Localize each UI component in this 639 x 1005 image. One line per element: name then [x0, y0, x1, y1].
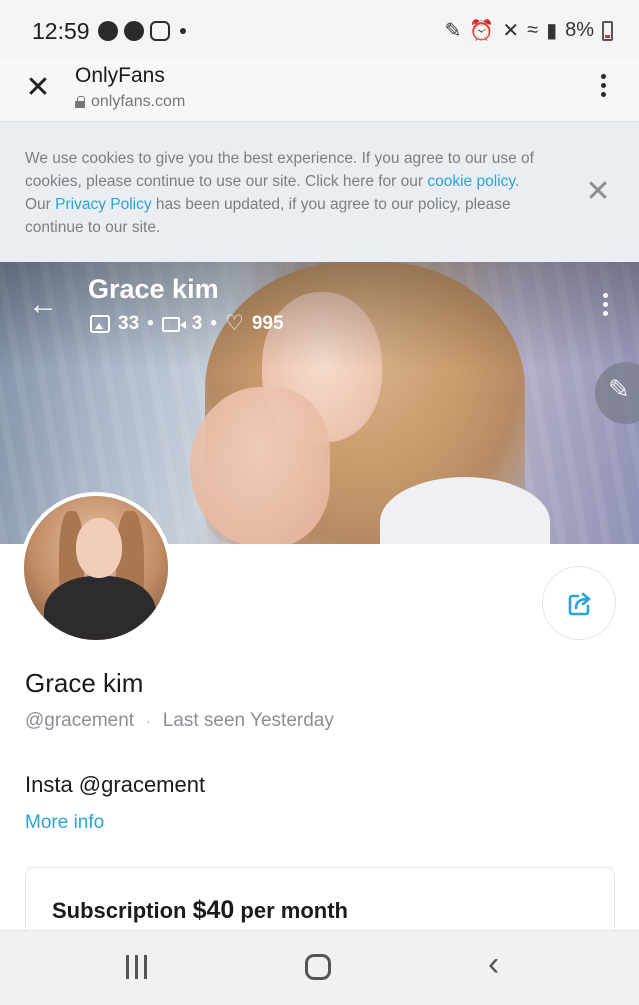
subscription-label: Subscription	[52, 898, 187, 923]
battery-icon	[602, 20, 613, 41]
browser-url: onlyfans.com	[91, 93, 186, 110]
video-icon	[161, 316, 186, 332]
avatar[interactable]	[20, 492, 172, 644]
cover-profile-name: Grace kim	[88, 274, 219, 304]
stat-separator: •	[210, 313, 218, 334]
cookie-text: We use cookies to give you the best expe…	[25, 147, 545, 239]
home-icon[interactable]	[305, 954, 331, 980]
lock-icon	[75, 96, 85, 108]
status-time: 12:59	[32, 18, 90, 44]
messenger-icon	[124, 21, 144, 41]
profile-meta: @gracement · Last seen Yesterday	[25, 710, 334, 732]
recents-icon[interactable]	[126, 955, 147, 979]
browser-menu-icon[interactable]	[599, 74, 607, 97]
messenger-icon	[98, 21, 118, 41]
likes-count: 995	[251, 313, 284, 334]
browser-header: ✕ OnlyFans onlyfans.com	[0, 58, 639, 122]
android-nav-bar: ‹	[0, 930, 639, 1005]
status-bar: 12:59 ✎ ⏰ ✕ ≈ ▮ 8%	[0, 0, 639, 58]
instagram-icon	[150, 21, 170, 41]
close-icon[interactable]: ✕	[20, 70, 56, 106]
back-icon[interactable]: ‹	[488, 947, 499, 981]
stat-separator: •	[147, 313, 154, 334]
cookie-banner: We use cookies to give you the best expe…	[0, 122, 639, 262]
cover-stats: 33 • 3 • ♡ 995	[90, 313, 284, 335]
profile-bio: Insta @gracement	[25, 772, 206, 797]
alarm-icon: ⏰	[469, 20, 495, 42]
battery-level: 8%	[565, 19, 594, 41]
more-info-link[interactable]: More info	[25, 812, 104, 834]
image-icon	[90, 315, 110, 333]
back-arrow-icon[interactable]: ←	[28, 290, 58, 320]
share-icon	[568, 592, 591, 616]
signal-icon: ▮	[546, 20, 558, 42]
dot-icon	[180, 28, 186, 34]
browser-title: OnlyFans	[75, 64, 165, 87]
heart-icon: ♡	[225, 312, 244, 335]
privacy-policy-link[interactable]: Privacy Policy	[55, 196, 151, 213]
profile-handle: @gracement	[25, 710, 135, 731]
cookie-close-icon[interactable]: ✕	[583, 177, 613, 207]
notification-icons	[98, 21, 186, 41]
mute-icon: ✕	[502, 20, 520, 42]
system-status-icons: ✎ ⏰ ✕ ≈ ▮ 8%	[445, 18, 613, 43]
profile-menu-icon[interactable]	[601, 293, 609, 316]
subscription-period: per month	[240, 898, 348, 923]
subscription-text: Subscription $40 per month	[52, 896, 348, 925]
subscription-price: $40	[192, 896, 235, 924]
avatar-body	[44, 576, 156, 640]
cookie-policy-link[interactable]: cookie policy	[427, 173, 515, 190]
pen-icon: ✎	[444, 20, 462, 42]
images-count: 33	[118, 313, 140, 334]
avatar-face	[76, 518, 122, 578]
videos-count: 3	[191, 313, 203, 334]
share-button[interactable]	[542, 566, 616, 640]
meta-separator: ·	[146, 713, 151, 729]
profile-name: Grace kim	[25, 668, 144, 698]
last-seen: Last seen Yesterday	[162, 710, 334, 731]
browser-url-bar: onlyfans.com	[75, 93, 185, 111]
wifi-icon: ≈	[527, 19, 539, 41]
